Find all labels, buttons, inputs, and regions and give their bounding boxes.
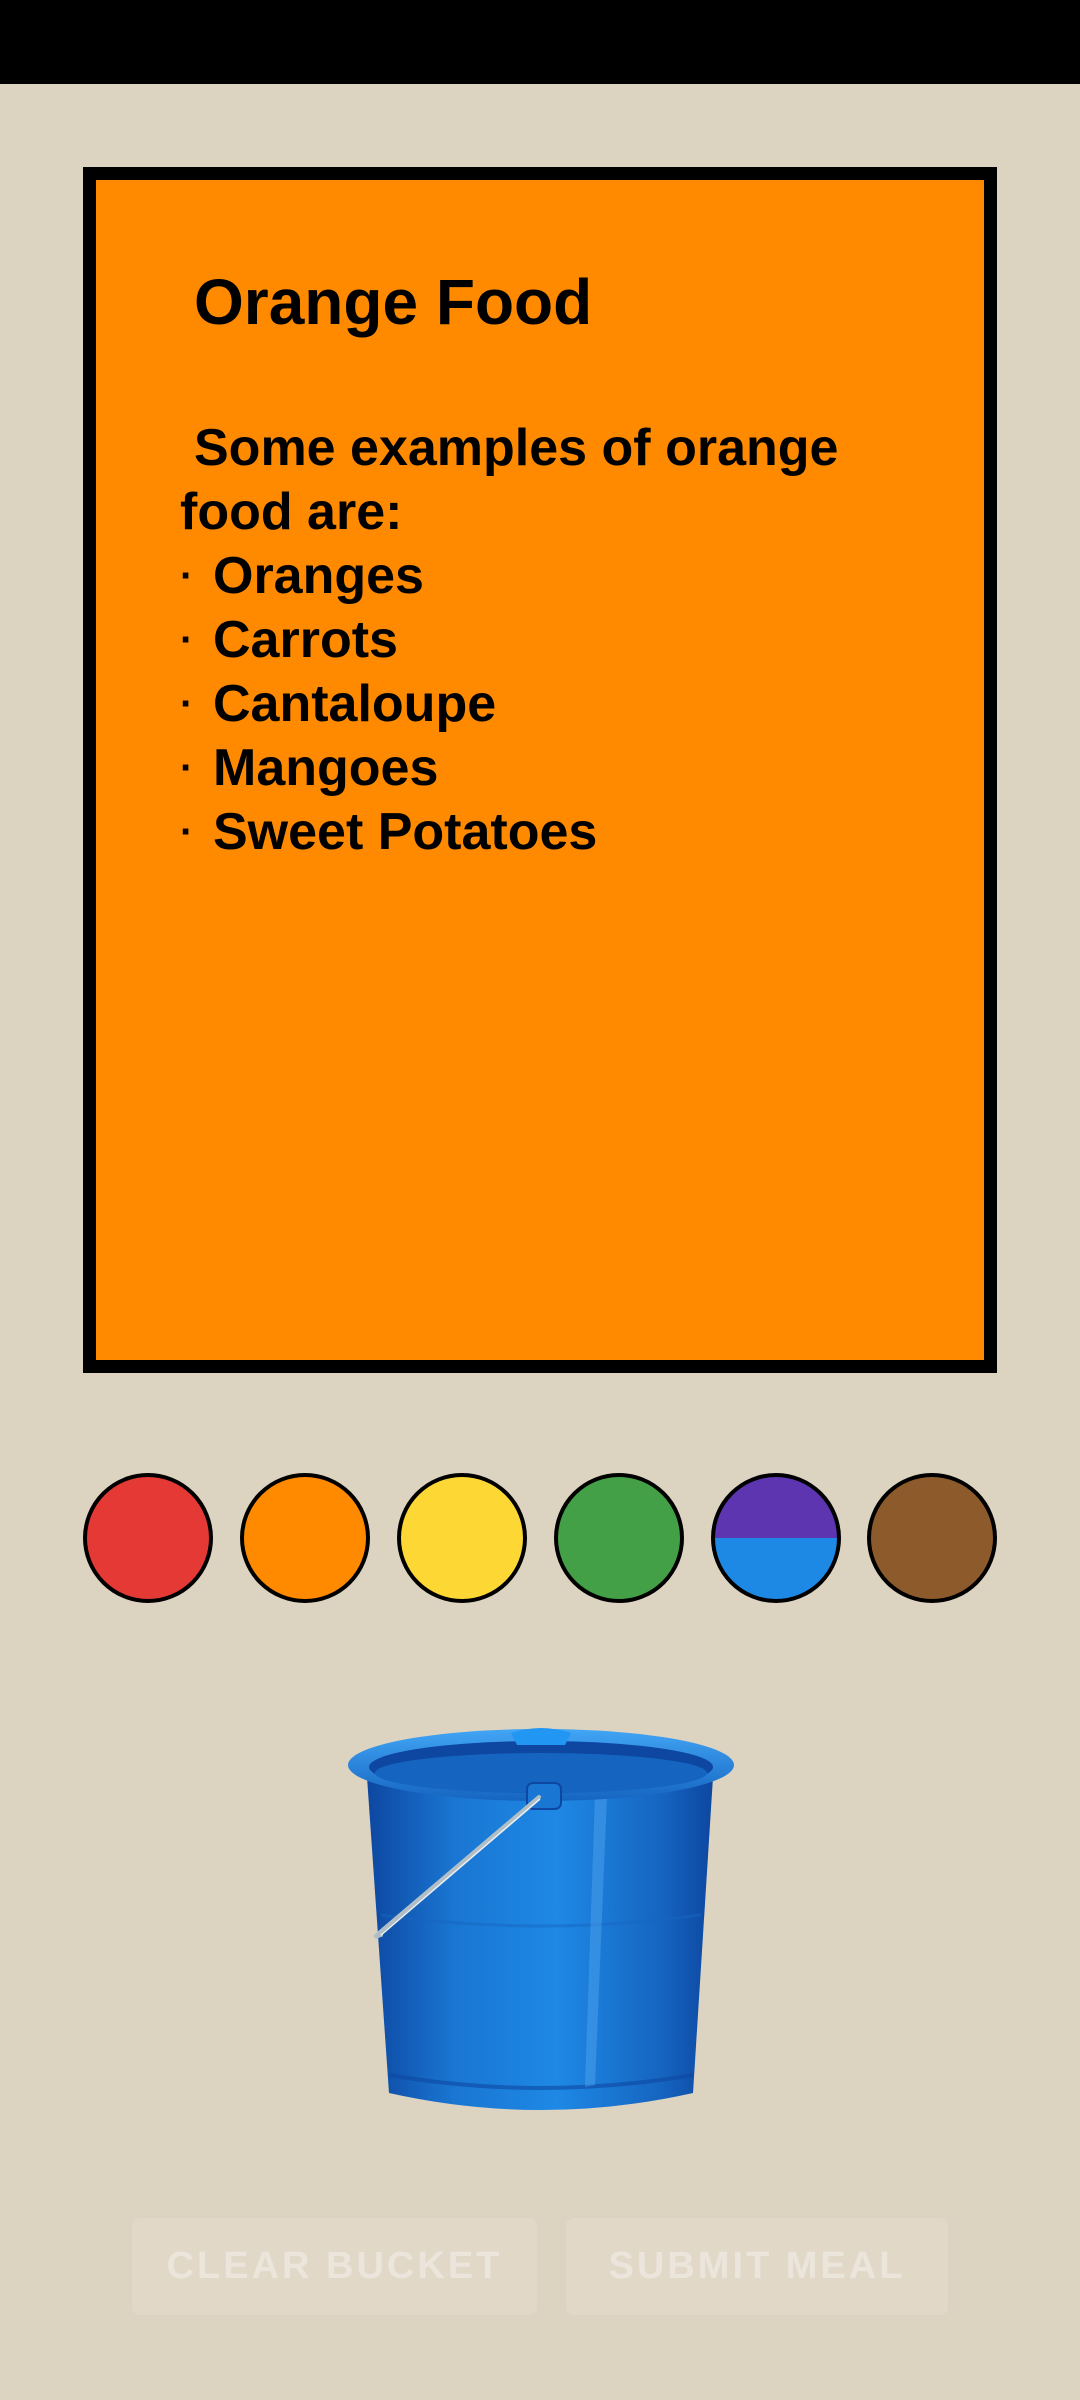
bullet: · bbox=[180, 554, 194, 598]
food-item-label: Carrots bbox=[213, 611, 398, 669]
food-info-card: Orange Food Some examples of orange food… bbox=[83, 167, 997, 1373]
card-intro: Some examples of orange food are: bbox=[180, 419, 839, 541]
bullet: · bbox=[180, 682, 194, 726]
color-button-green[interactable] bbox=[554, 1473, 684, 1603]
color-selector bbox=[83, 1473, 997, 1603]
bucket-icon bbox=[345, 1715, 737, 2121]
bullet: · bbox=[180, 746, 194, 790]
food-item-label: Sweet Potatoes bbox=[213, 803, 598, 861]
color-button-red[interactable] bbox=[83, 1473, 213, 1603]
submit-meal-button[interactable]: SUBMIT MEAL bbox=[566, 2218, 948, 2315]
clear-bucket-button[interactable]: CLEAR BUCKET bbox=[132, 2218, 537, 2315]
bullet: · bbox=[180, 810, 194, 854]
status-bar bbox=[0, 0, 1080, 84]
color-button-orange[interactable] bbox=[240, 1473, 370, 1603]
bullet: · bbox=[180, 618, 194, 662]
list-item: · Mangoes bbox=[180, 736, 597, 800]
food-item-label: Oranges bbox=[213, 547, 424, 605]
list-item: · Oranges bbox=[180, 544, 597, 608]
color-button-brown[interactable] bbox=[867, 1473, 997, 1603]
color-button-yellow[interactable] bbox=[397, 1473, 527, 1603]
list-item: · Carrots bbox=[180, 608, 597, 672]
list-item: · Sweet Potatoes bbox=[180, 800, 597, 864]
color-button-purple-blue[interactable] bbox=[711, 1473, 841, 1603]
list-item: · Cantaloupe bbox=[180, 672, 597, 736]
food-item-label: Cantaloupe bbox=[213, 675, 497, 733]
food-list: · Oranges · Carrots · Cantaloupe · Mangoes ·… bbox=[180, 544, 597, 864]
food-item-label: Mangoes bbox=[213, 739, 439, 797]
card-title: Orange Food bbox=[194, 266, 593, 338]
